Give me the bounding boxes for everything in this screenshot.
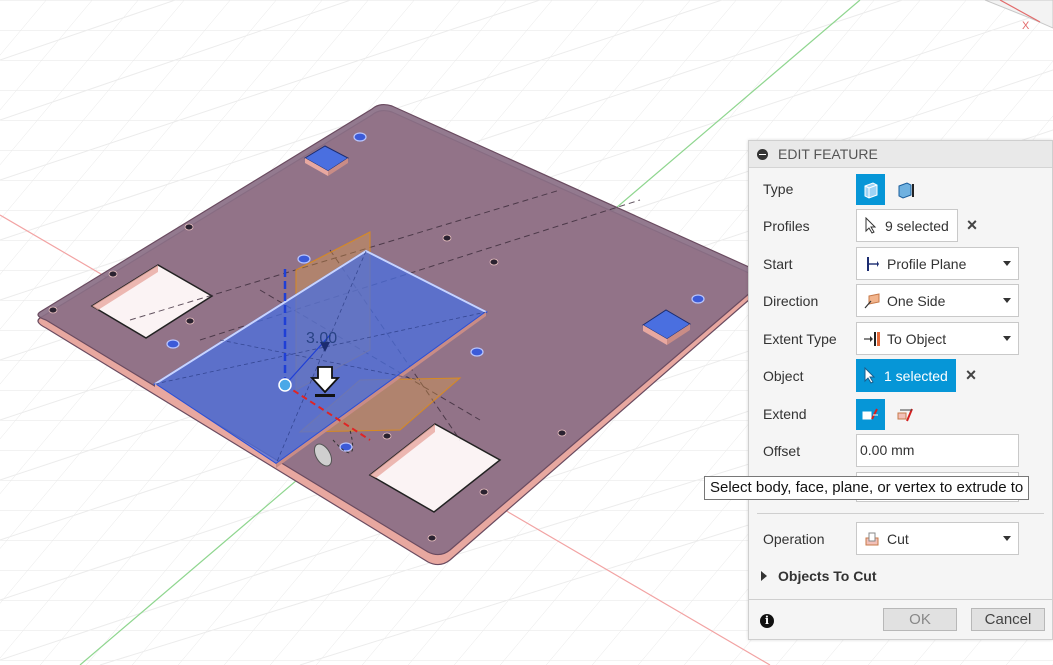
extent-type-value: To Object: [887, 330, 947, 347]
cancel-button[interactable]: Cancel: [971, 608, 1045, 631]
profiles-value: 9 selected: [885, 217, 949, 234]
operation-value: Cut: [887, 530, 909, 547]
object-row: Object 1 selected ×: [749, 359, 1052, 393]
panel-header[interactable]: EDIT FEATURE: [749, 141, 1052, 168]
chevron-down-icon: [1003, 336, 1011, 341]
direction-dropdown[interactable]: One Side: [856, 284, 1019, 317]
cursor-arrow-icon: [864, 367, 880, 385]
extent-type-label: Extent Type: [763, 331, 837, 347]
thin-extrude-icon: [898, 181, 914, 199]
direction-label: Direction: [763, 293, 819, 309]
profiles-clear-icon[interactable]: ×: [964, 216, 980, 234]
extent-type-dropdown[interactable]: To Object: [856, 322, 1019, 355]
panel-title: EDIT FEATURE: [778, 146, 878, 162]
extend-label: Extend: [763, 406, 807, 422]
profile-plane-icon: [863, 255, 881, 273]
direction-row: Direction One Side: [749, 284, 1052, 318]
start-row: Start Profile Plane: [749, 247, 1052, 281]
ok-button[interactable]: OK: [883, 608, 957, 631]
extend-adjacent-icon: [862, 408, 878, 419]
extend-to-object-button[interactable]: [891, 399, 920, 430]
start-value: Profile Plane: [887, 255, 967, 272]
offset-input[interactable]: 0.00 mm: [856, 434, 1019, 467]
type-thin-button[interactable]: [891, 174, 920, 205]
view-cube-x-label: X: [1022, 20, 1030, 32]
extend-to-adjacent-button[interactable]: [856, 399, 885, 430]
object-tooltip: Select body, face, plane, or vertex to e…: [704, 476, 1030, 500]
chevron-down-icon: [1003, 261, 1011, 266]
objects-to-cut-toggle[interactable]: Objects To Cut: [761, 566, 877, 586]
offset-row: Offset 0.00 mm: [749, 434, 1052, 468]
panel-footer: i OK Cancel: [749, 599, 1052, 640]
objects-to-cut-label: Objects To Cut: [778, 568, 877, 584]
chevron-down-icon: [1003, 298, 1011, 303]
profiles-select-button[interactable]: 9 selected: [856, 209, 958, 242]
extend-row: Extend: [749, 397, 1052, 431]
collapse-icon[interactable]: [757, 148, 768, 160]
cut-icon: [863, 530, 881, 548]
expand-arrow-icon: [761, 571, 767, 581]
extrude-distance-label: 3.00: [306, 330, 338, 347]
type-solid-button[interactable]: [856, 174, 885, 205]
solid-extrude-icon: [864, 181, 877, 199]
start-label: Start: [763, 256, 793, 272]
chevron-down-icon: [1003, 536, 1011, 541]
one-side-icon: [863, 292, 881, 310]
operation-dropdown[interactable]: Cut: [856, 522, 1019, 555]
edit-feature-panel: EDIT FEATURE Type Profiles 9 selected ×: [748, 140, 1053, 640]
object-clear-icon[interactable]: ×: [963, 366, 979, 384]
object-select-button[interactable]: 1 selected: [856, 359, 956, 392]
extent-type-row: Extent Type To Object: [749, 322, 1052, 356]
object-value: 1 selected: [884, 367, 948, 384]
profiles-row: Profiles 9 selected ×: [749, 209, 1052, 243]
operation-row: Operation Cut: [749, 522, 1052, 556]
profiles-label: Profiles: [763, 218, 810, 234]
offset-label: Offset: [763, 443, 801, 459]
to-object-icon: [863, 330, 881, 348]
type-label: Type: [763, 181, 794, 197]
extend-object-icon: [897, 408, 913, 421]
info-icon[interactable]: i: [760, 614, 774, 628]
section-divider: [757, 513, 1044, 514]
cursor-arrow-icon: [865, 217, 881, 235]
object-label: Object: [763, 368, 804, 384]
direction-value: One Side: [887, 292, 946, 309]
operation-label: Operation: [763, 531, 825, 547]
type-row: Type: [749, 172, 1052, 206]
start-dropdown[interactable]: Profile Plane: [856, 247, 1019, 280]
